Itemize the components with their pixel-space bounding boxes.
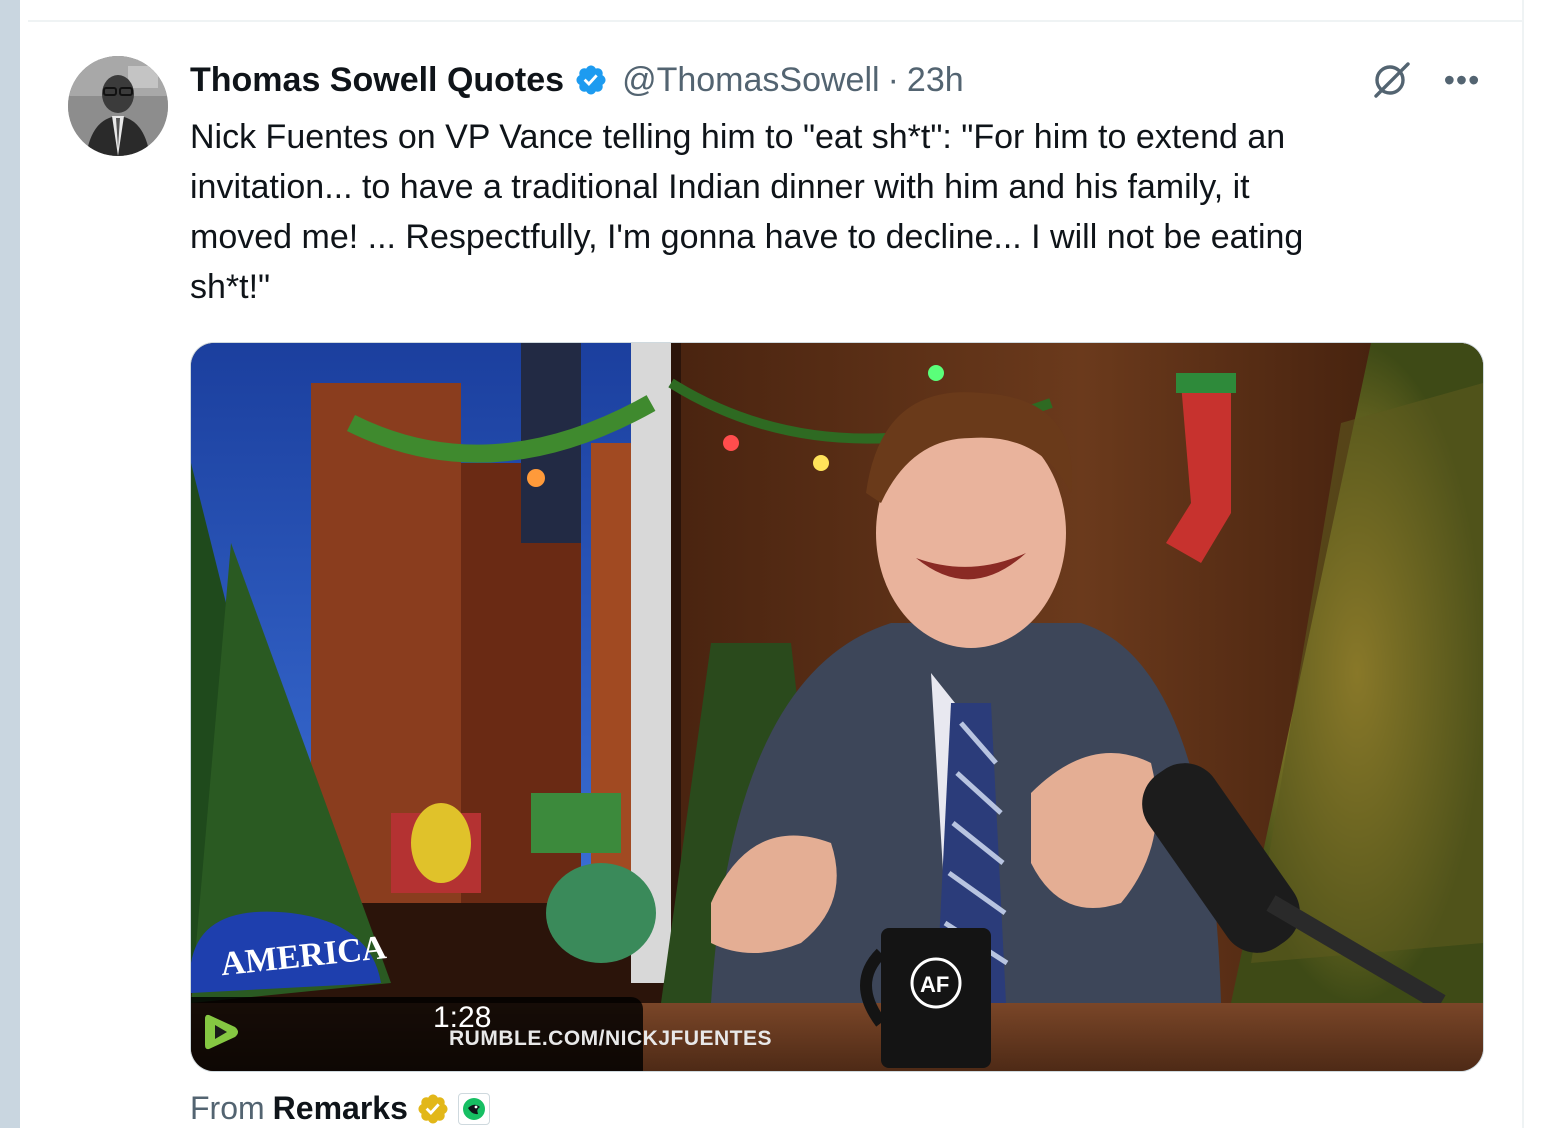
affiliate-logo-icon[interactable] bbox=[457, 1092, 490, 1125]
verified-badge-icon[interactable] bbox=[574, 63, 608, 97]
source-name[interactable]: Remarks bbox=[273, 1090, 408, 1127]
mug-text: AF bbox=[920, 972, 949, 997]
timestamp[interactable]: 23h bbox=[907, 61, 964, 100]
avatar[interactable] bbox=[68, 56, 168, 156]
from-label: From bbox=[190, 1090, 265, 1126]
tweet-header: Thomas Sowell Quotes @ThomasSowell · 23h bbox=[190, 58, 964, 102]
left-rail bbox=[0, 0, 20, 1128]
video-watermark: RUMBLE.COM/NICKJFUENTES bbox=[449, 1027, 773, 1050]
handle[interactable]: @ThomasSowell bbox=[622, 61, 880, 100]
more-options-button[interactable]: ••• bbox=[1438, 62, 1486, 98]
tweet-divider bbox=[28, 20, 1522, 22]
video-player[interactable]: AMERICA AF 1:28 RUMBLE.COM/NICKJFUENTES bbox=[190, 342, 1484, 1072]
display-name[interactable]: Thomas Sowell Quotes bbox=[190, 61, 564, 100]
column-border bbox=[1522, 0, 1524, 1128]
rumble-logo-icon bbox=[205, 1014, 238, 1050]
gold-verified-badge-icon[interactable] bbox=[416, 1092, 450, 1126]
grok-icon[interactable] bbox=[1368, 60, 1416, 100]
tweet-text: Nick Fuentes on VP Vance telling him to … bbox=[190, 118, 1304, 306]
avatar-image bbox=[68, 56, 168, 156]
video-frame: AMERICA AF bbox=[191, 343, 1483, 1071]
separator: · bbox=[887, 60, 899, 99]
source-line: From Remarks bbox=[190, 1090, 490, 1127]
